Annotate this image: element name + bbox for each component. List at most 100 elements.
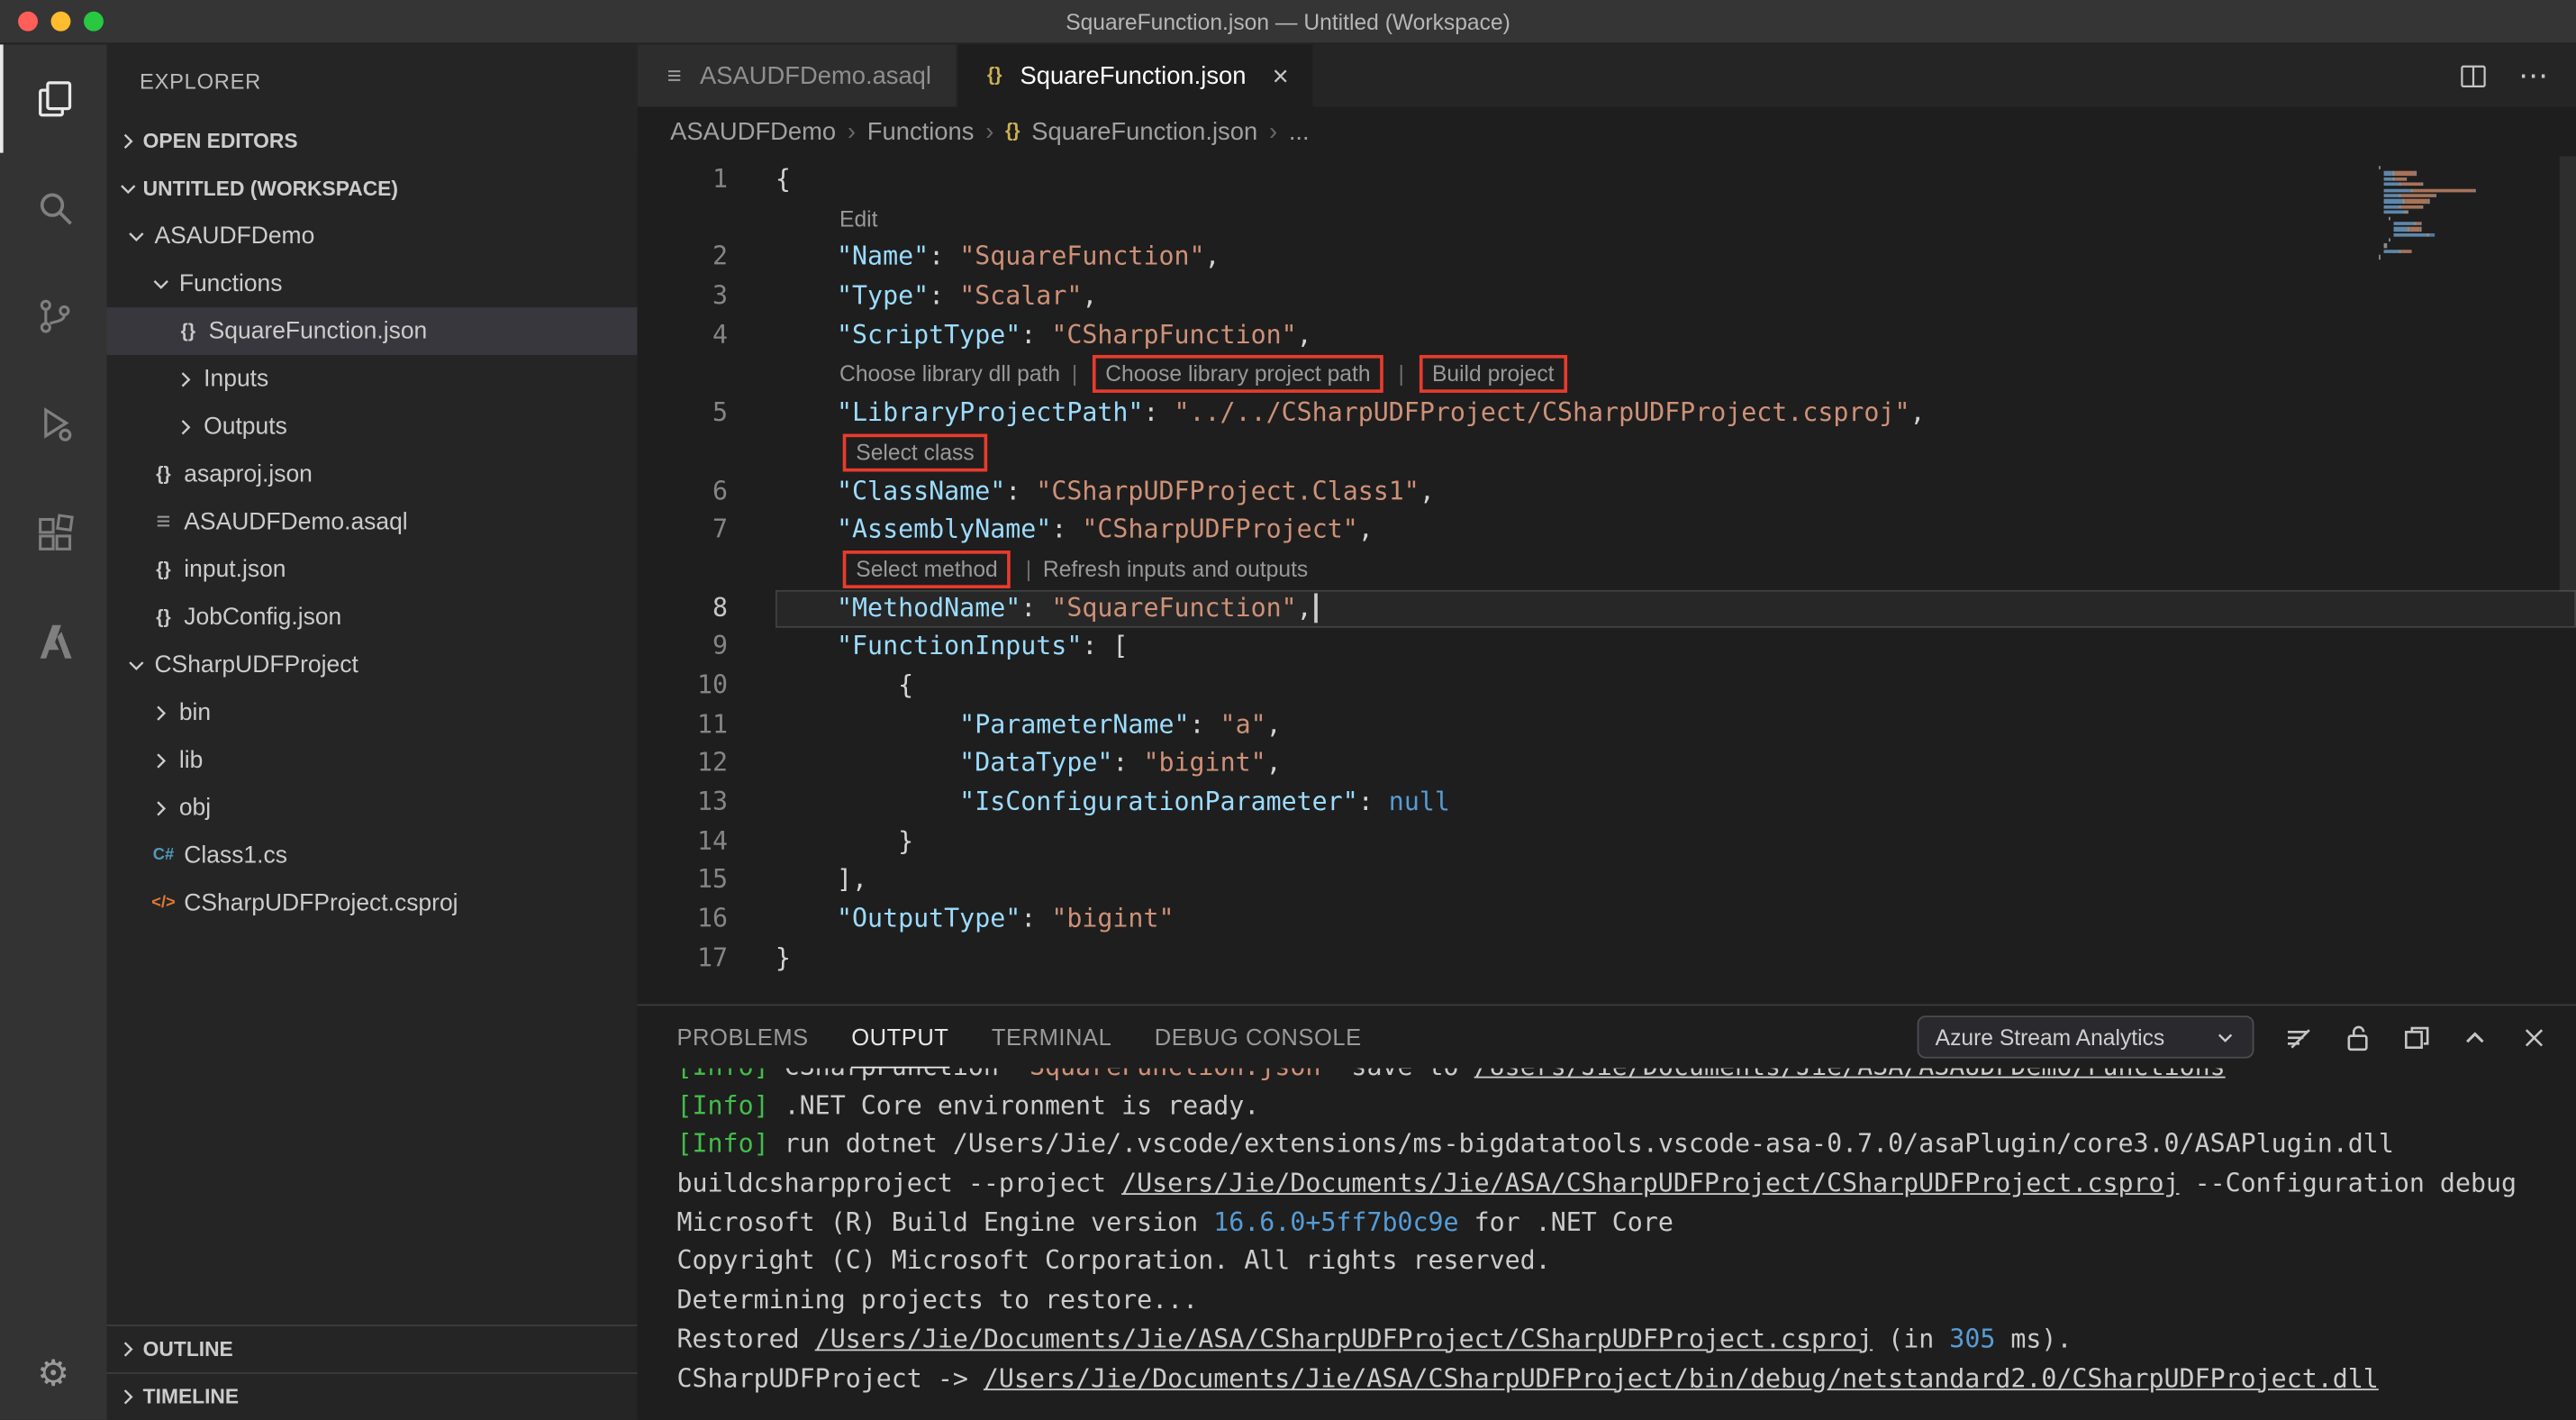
output-text: (in xyxy=(1873,1324,1950,1354)
tree-item[interactable]: {} input.json xyxy=(107,546,638,594)
panel-tab-debug-console[interactable]: DEBUG CONSOLE xyxy=(1155,1006,1362,1068)
code-line[interactable]: 17} xyxy=(638,940,2576,979)
tree-item-label: Class1.cs xyxy=(184,842,287,869)
tree-item[interactable]: Functions xyxy=(107,259,638,307)
tree-item[interactable]: ASAUDFDemo xyxy=(107,212,638,259)
breadcrumb-item[interactable]: SquareFunction.json xyxy=(1031,117,1257,145)
tree-item[interactable]: Inputs xyxy=(107,355,638,403)
code-line[interactable]: 3 "Type": "Scalar", xyxy=(638,278,2576,316)
code-line[interactable]: 14 } xyxy=(638,823,2576,861)
extensions-icon[interactable] xyxy=(0,478,107,587)
code-line[interactable]: 13 "IsConfigurationParameter": null xyxy=(638,784,2576,823)
search-icon[interactable] xyxy=(0,153,107,261)
outline-section[interactable]: OUTLINE xyxy=(106,1324,638,1372)
codelens-action-highlighted[interactable]: Select class xyxy=(842,433,988,472)
code-token: "CSharpUDFProject" xyxy=(1082,514,1358,545)
clear-output-icon[interactable] xyxy=(2282,1022,2314,1053)
open-editors-section[interactable]: OPEN EDITORS xyxy=(107,117,638,165)
tree-item[interactable]: {} JobConfig.json xyxy=(107,593,638,641)
breadcrumb-item[interactable]: ASAUDFDemo xyxy=(670,117,836,145)
tree-item[interactable]: ≡ ASAUDFDemo.asaql xyxy=(107,498,638,546)
zoom-window-button[interactable] xyxy=(84,11,104,32)
code-line-content: "FunctionInputs": [ xyxy=(776,628,2576,667)
code-line[interactable]: 6 "ClassName": "CSharpUDFProject.Class1"… xyxy=(638,472,2576,511)
tree-item[interactable]: </> CSharpUDFProject.csproj xyxy=(107,879,638,927)
tree-item[interactable]: {} asaproj.json xyxy=(107,451,638,498)
code-line[interactable]: 1{ xyxy=(638,161,2576,200)
editor-scrollbar[interactable] xyxy=(2559,156,2576,592)
output-channel-select[interactable]: Azure Stream Analytics xyxy=(1917,1015,2254,1059)
code-line[interactable]: 7 "AssemblyName": "CSharpUDFProject", xyxy=(638,512,2576,551)
code-token: : xyxy=(1112,748,1144,778)
autoscroll-lock-icon[interactable] xyxy=(2341,1022,2372,1053)
codelens-action[interactable]: Choose library dll path xyxy=(839,362,1060,387)
code-line[interactable]: 11 "ParameterName": "a", xyxy=(638,706,2576,745)
run-debug-icon[interactable] xyxy=(0,369,107,478)
azure-icon[interactable] xyxy=(0,587,107,695)
code-line-content: { xyxy=(776,667,2576,705)
code-line[interactable]: 4 "ScriptType": "CSharpFunction", xyxy=(638,317,2576,356)
minimap-line xyxy=(2379,243,2553,248)
tree-item[interactable]: Outputs xyxy=(107,403,638,451)
tree-item[interactable]: CSharpUDFProject xyxy=(107,641,638,688)
tree-item[interactable]: {} SquareFunction.json xyxy=(106,307,638,355)
tree-item-label: asaproj.json xyxy=(184,460,313,487)
codelens-action-highlighted[interactable]: Choose library project path xyxy=(1092,355,1384,394)
tab-squarefunction-json[interactable]: {} SquareFunction.json × xyxy=(957,44,1314,107)
output-log[interactable]: [Info] CSharpFunction SquareFunction.jso… xyxy=(638,1069,2576,1420)
codelens-action-highlighted[interactable]: Select method xyxy=(842,550,1011,588)
output-text: run dotnet /Users/Jie/.vscode/extensions… xyxy=(784,1129,2394,1160)
open-output-in-editor-icon[interactable] xyxy=(2400,1022,2432,1053)
close-window-button[interactable] xyxy=(18,11,38,32)
tree-item[interactable]: C# Class1.cs xyxy=(107,832,638,879)
minimap-line xyxy=(2379,255,2553,259)
code-token: ], xyxy=(837,865,868,895)
code-line[interactable]: 10 { xyxy=(638,667,2576,705)
file-tree: ASAUDFDemo Functions {} SquareFunction.json… xyxy=(106,212,638,927)
timeline-section[interactable]: TIMELINE xyxy=(106,1372,638,1420)
codelens-action[interactable]: Refresh inputs and outputs xyxy=(1043,557,1308,581)
tree-item[interactable]: lib xyxy=(107,736,638,784)
panel-tab-output[interactable]: OUTPUT xyxy=(851,1006,949,1069)
file-link[interactable]: /Users/Jie/Documents/Jie/ASA/CSharpUDFPr… xyxy=(815,1324,1873,1354)
codelens-action[interactable]: Edit xyxy=(839,206,877,231)
title-bar[interactable]: SquareFunction.json — Untitled (Workspac… xyxy=(0,0,2576,45)
split-editor-icon[interactable] xyxy=(2458,60,2490,92)
settings-gear-icon[interactable]: ⚙ xyxy=(0,1328,107,1420)
output-text: Restored xyxy=(676,1324,815,1354)
maximize-panel-icon[interactable] xyxy=(2459,1022,2490,1053)
minimap[interactable] xyxy=(2379,166,2553,260)
code-line[interactable]: 5 "LibraryProjectPath": "../../CSharpUDF… xyxy=(638,395,2576,433)
breadcrumb-item[interactable]: ... xyxy=(1289,117,1310,145)
line-number: 14 xyxy=(696,825,729,856)
tree-item-label: JobConfig.json xyxy=(184,604,342,631)
file-link[interactable]: /Users/Jie/Documents/Jie/ASA/ASAUDFDemo/… xyxy=(1474,1069,2226,1082)
tab-asaudfdemo-asaql[interactable]: ≡ ASAUDFDemo.asaql xyxy=(637,44,958,107)
file-link[interactable]: /Users/Jie/Documents/Jie/ASA/CSharpUDFPr… xyxy=(984,1363,2379,1393)
source-control-icon[interactable] xyxy=(0,261,107,369)
panel-tab-terminal[interactable]: TERMINAL xyxy=(992,1006,1111,1068)
tree-item-label: bin xyxy=(178,699,212,726)
line-number: 16 xyxy=(696,904,729,934)
more-actions-icon[interactable]: ⋯ xyxy=(2518,59,2550,93)
code-line[interactable]: 9 "FunctionInputs": [ xyxy=(638,628,2576,667)
minimize-window-button[interactable] xyxy=(50,11,71,32)
tree-item[interactable]: obj xyxy=(107,784,638,832)
close-panel-icon[interactable] xyxy=(2518,1022,2550,1053)
breadcrumb-separator: › xyxy=(985,117,994,146)
file-link[interactable]: /Users/Jie/Documents/Jie/ASA/CSharpUDFPr… xyxy=(1121,1169,2179,1198)
workspace-section[interactable]: UNTITLED (WORKSPACE) xyxy=(107,164,638,212)
code-editor[interactable]: 1{ Edit 2 "Name": "SquareFunction", 3 "Type… xyxy=(637,156,2576,1005)
explorer-icon[interactable] xyxy=(0,44,107,153)
code-line[interactable]: 16 "OutputType": "bigint" xyxy=(638,901,2576,940)
code-line[interactable]: 12 "DataType": "bigint", xyxy=(638,745,2576,784)
output-text: for .NET Core xyxy=(1458,1207,1673,1238)
codelens-action-highlighted[interactable]: Build project xyxy=(1419,355,1568,394)
breadcrumb-item[interactable]: Functions xyxy=(867,117,975,145)
panel-tab-problems[interactable]: PROBLEMS xyxy=(676,1006,808,1068)
code-line[interactable]: 8 "MethodName": "SquareFunction", xyxy=(638,589,2576,629)
code-line[interactable]: 2 "Name": "SquareFunction", xyxy=(638,239,2576,278)
code-line[interactable]: 15 ], xyxy=(638,861,2576,900)
close-tab-icon[interactable]: × xyxy=(1273,61,1289,89)
tree-item[interactable]: bin xyxy=(107,688,638,736)
